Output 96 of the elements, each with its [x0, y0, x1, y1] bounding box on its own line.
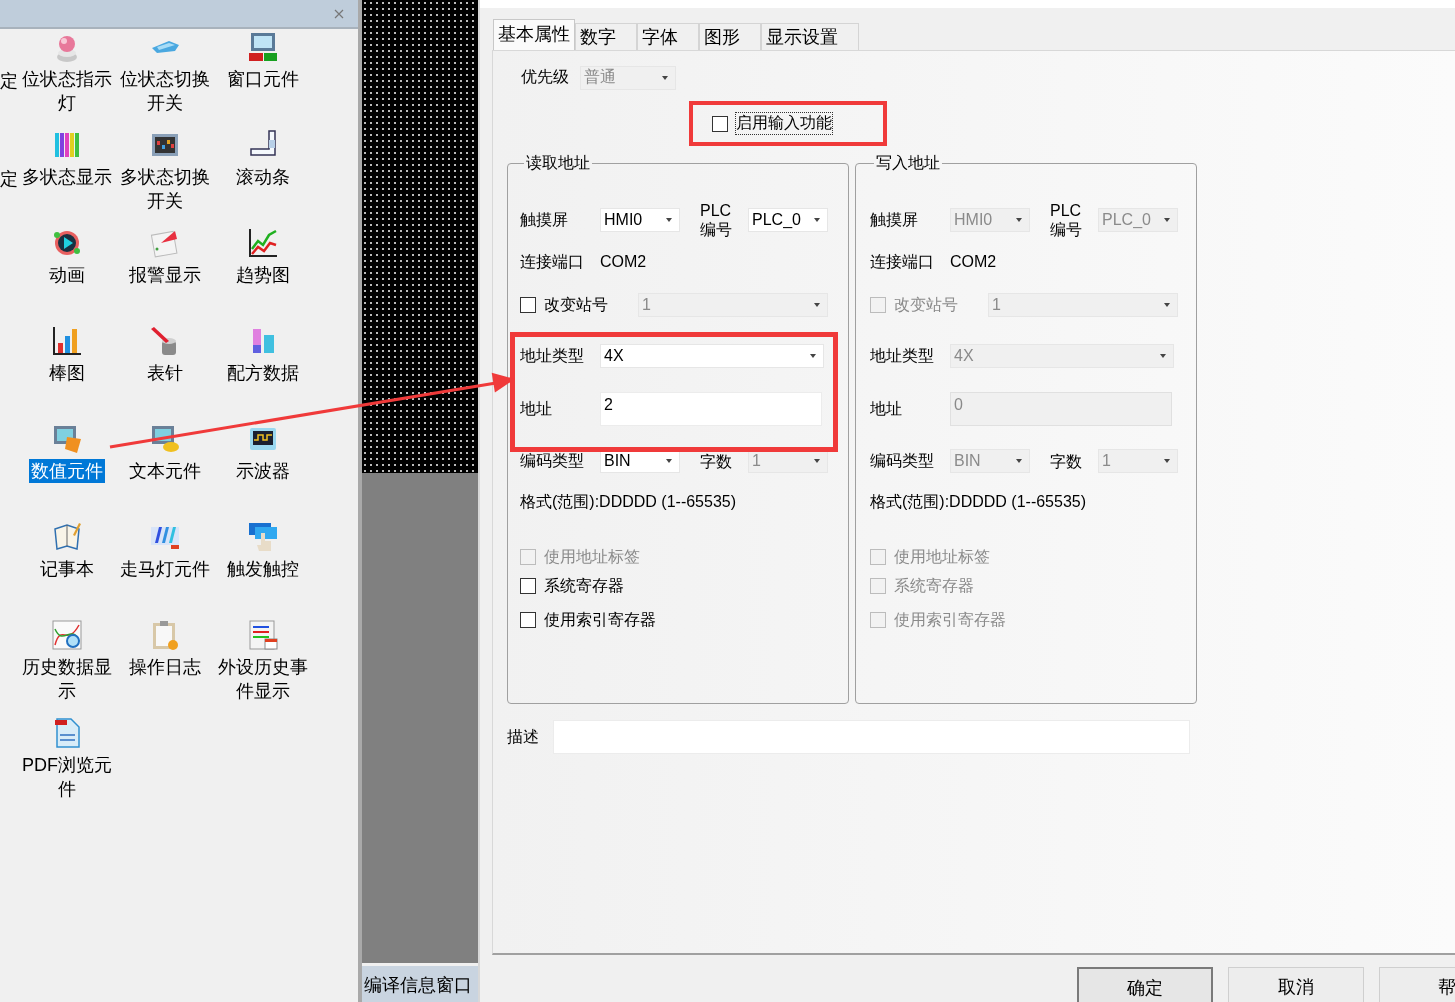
tab[interactable]: 数字: [575, 23, 637, 50]
field-label: PLC 编号: [1049, 201, 1083, 239]
tool-label[interactable]: 棒图: [47, 361, 87, 385]
checkbox[interactable]: [520, 612, 536, 628]
dialog-button[interactable]: 确定: [1077, 967, 1213, 1002]
caret-icon: [1016, 218, 1022, 222]
tool-label[interactable]: 位状态指示灯: [18, 67, 116, 115]
field-label: PLC 编号: [699, 201, 733, 239]
checkbox[interactable]: [712, 115, 728, 132]
output-tab[interactable]: 编译信息窗口: [362, 966, 478, 1002]
tool-label[interactable]: 报警显示: [127, 263, 203, 287]
address-field[interactable]: 2: [600, 392, 822, 426]
format-text: 格式(范围):DDDDD (1--65535): [870, 491, 1087, 512]
tool-label[interactable]: 配方数据: [225, 361, 301, 385]
caret-icon: [1164, 218, 1170, 222]
caret-icon: [1160, 354, 1166, 358]
notebook-icon: [51, 521, 83, 553]
caret-icon: [666, 218, 672, 222]
field-label: 地址: [520, 398, 553, 419]
tool-label[interactable]: PDF浏览元件: [18, 753, 116, 801]
caret-icon: [662, 75, 668, 80]
tool-label[interactable]: 示波器: [234, 459, 292, 483]
tool-label[interactable]: 窗口元件: [225, 67, 301, 91]
tool-label[interactable]: 动画: [47, 263, 87, 287]
tool-label[interactable]: 走马灯元件: [118, 557, 212, 581]
field-label: 描述: [507, 726, 540, 747]
tool-label[interactable]: 文本元件: [127, 459, 203, 483]
field-label: 连接端口: [520, 251, 585, 272]
group-title: 写入地址: [875, 153, 941, 173]
caret-icon: [814, 303, 820, 307]
monitor-icon: [149, 423, 181, 455]
checkbox-label: 改变站号: [894, 294, 959, 315]
bar-chart-icon: [51, 325, 83, 357]
tool-label[interactable]: 趋势图: [234, 263, 292, 287]
tab[interactable]: 显示设置: [761, 23, 859, 50]
tab[interactable]: 字体: [637, 23, 699, 50]
tool-label[interactable]: 滚动条: [234, 165, 292, 189]
list-icon: [247, 619, 279, 651]
caret-icon: [1016, 459, 1022, 463]
caret-icon: [1164, 303, 1170, 307]
tab[interactable]: 基本属性: [493, 19, 575, 50]
caret-icon: [810, 354, 816, 358]
trend-chart-icon: [247, 227, 279, 259]
field-label: 触摸屏: [870, 209, 919, 230]
field-label: 字数: [699, 451, 733, 471]
close-icon[interactable]: [334, 8, 344, 19]
monitor-icon: [247, 31, 279, 63]
tool-label[interactable]: 操作日志: [127, 655, 203, 679]
field-label: 编码类型: [870, 450, 935, 471]
tool-label: 定: [0, 168, 18, 191]
checkbox[interactable]: [520, 578, 536, 594]
field-label: 地址: [870, 398, 903, 419]
field-label: 编码类型: [520, 450, 585, 471]
checkbox-label: 使用索引寄存器: [894, 609, 1006, 630]
tool-label[interactable]: 数值元件: [29, 459, 105, 483]
tool-label[interactable]: 外设历史事件显示: [214, 655, 312, 703]
tool-label[interactable]: 多状态切换开关: [116, 165, 214, 213]
tool-label[interactable]: 表针: [145, 361, 185, 385]
touch-icon: [247, 521, 279, 553]
checkbox-label: 系统寄存器: [894, 575, 974, 596]
caret-icon: [666, 459, 672, 463]
checkbox[interactable]: [520, 297, 536, 313]
checkbox-label: 系统寄存器: [544, 575, 624, 596]
plc-dropdown[interactable]: PLC_0: [748, 208, 828, 232]
field-label: 地址类型: [520, 345, 585, 366]
checkbox-label: 使用地址标签: [544, 546, 640, 567]
caret-icon: [1164, 459, 1170, 463]
tool-label: 定: [0, 70, 18, 93]
checkbox-label: 使用索引寄存器: [544, 609, 656, 630]
tool-label[interactable]: 位状态切换开关: [116, 67, 214, 115]
checkbox-label: 使用地址标签: [894, 546, 990, 567]
design-canvas[interactable]: [362, 0, 478, 473]
caret-icon: [814, 459, 820, 463]
field-label: 连接端口: [870, 251, 935, 272]
checkbox-label: 启用输入功能: [736, 113, 832, 134]
tool-label[interactable]: 触发触控: [225, 557, 301, 581]
chart-search-icon: [51, 619, 83, 651]
format-text: 格式(范围):DDDDD (1--65535): [520, 491, 737, 512]
dialog-button[interactable]: 取消: [1228, 967, 1364, 1002]
group-title: 读取地址: [525, 153, 591, 173]
port-value: COM2: [600, 253, 647, 271]
address-type-dropdown[interactable]: 4X: [600, 344, 824, 368]
field-label: 优先级: [521, 67, 570, 87]
field-label: 地址类型: [870, 345, 935, 366]
tool-label[interactable]: 历史数据显示: [18, 655, 116, 703]
tool-label[interactable]: 记事本: [38, 557, 96, 581]
checkbox-label: 改变站号: [544, 294, 609, 315]
field-label: 触摸屏: [520, 209, 569, 230]
dialog-button[interactable]: 帮: [1379, 967, 1455, 1002]
screen-dropdown[interactable]: HMI0: [600, 208, 680, 232]
port-value: COM2: [950, 253, 997, 271]
field-label: 字数: [1049, 451, 1083, 471]
monitor-icon: [51, 423, 83, 455]
tab[interactable]: 图形: [699, 23, 761, 50]
caret-icon: [814, 218, 820, 222]
tool-label[interactable]: 多状态显示: [20, 165, 114, 189]
